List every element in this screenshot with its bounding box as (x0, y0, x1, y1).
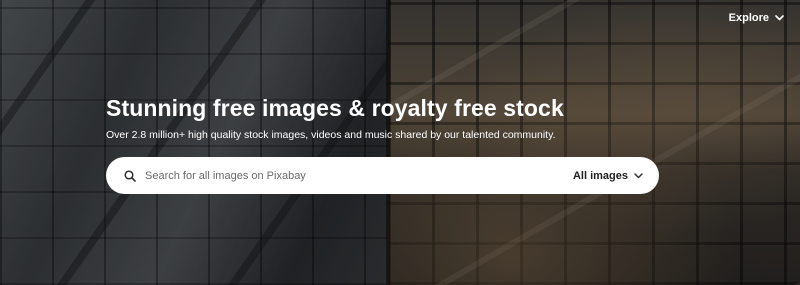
hero-banner: Explore Stunning free images & royalty f… (0, 0, 800, 285)
background-overlay (0, 0, 800, 285)
page-subtitle: Over 2.8 million+ high quality stock ima… (106, 129, 556, 141)
background-photo (0, 0, 800, 285)
search-bar: All images (106, 157, 659, 194)
search-input[interactable] (145, 169, 573, 182)
hero-content: Stunning free images & royalty free stoc… (106, 94, 666, 142)
page-title: Stunning free images & royalty free stoc… (106, 95, 564, 121)
search-icon[interactable] (124, 169, 136, 182)
explore-menu-button[interactable]: Explore (729, 12, 784, 24)
chevron-down-icon (634, 170, 643, 182)
media-type-dropdown[interactable]: All images (573, 170, 643, 182)
media-type-selected: All images (572, 169, 628, 182)
explore-label: Explore (728, 12, 769, 24)
chevron-down-icon (775, 15, 784, 21)
